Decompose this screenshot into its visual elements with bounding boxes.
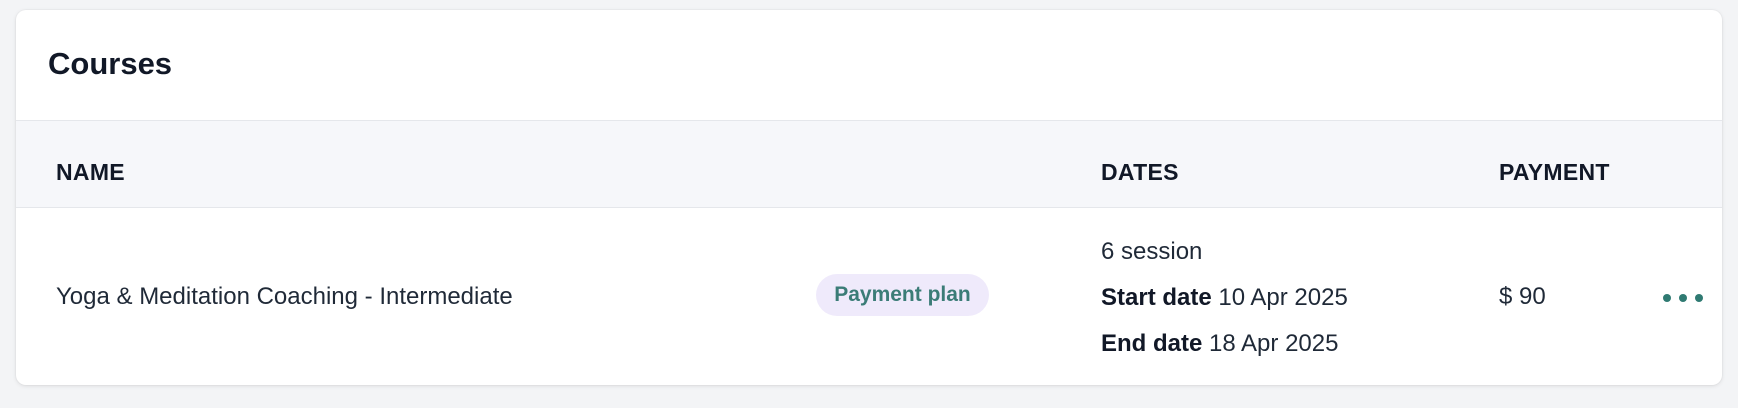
end-date-label: End date (1101, 330, 1203, 357)
end-date: End date 18 Apr 2025 (1101, 329, 1348, 375)
more-horizontal-icon (1679, 294, 1687, 302)
session-count: 6 session (1101, 238, 1203, 265)
page-title: Courses (48, 46, 173, 81)
table-row[interactable]: Yoga & Meditation Coaching - Intermediat… (16, 207, 1722, 385)
more-options-button[interactable] (1663, 292, 1705, 306)
more-horizontal-icon (1663, 294, 1671, 302)
start-date-value: 10 Apr 2025 (1211, 284, 1348, 311)
course-name[interactable]: Yoga & Meditation Coaching - Intermediat… (56, 283, 513, 311)
end-date-value: 18 Apr 2025 (1202, 330, 1339, 357)
column-header-payment[interactable]: PAYMENT (1499, 159, 1610, 186)
column-header-dates[interactable]: DATES (1101, 159, 1179, 186)
table-header: NAME DATES PAYMENT (16, 120, 1722, 208)
courses-card: Courses NAME DATES PAYMENT Yoga & Medita… (16, 10, 1722, 385)
payment-amount: $ 90 (1499, 283, 1546, 310)
status-badge: Payment plan (816, 274, 989, 316)
course-dates: 6 session Start date 10 Apr 2025 End dat… (1101, 237, 1348, 375)
column-header-name[interactable]: NAME (56, 159, 125, 186)
more-horizontal-icon (1695, 294, 1703, 302)
start-date: Start date 10 Apr 2025 (1101, 283, 1348, 329)
start-date-label: Start date (1101, 284, 1212, 311)
